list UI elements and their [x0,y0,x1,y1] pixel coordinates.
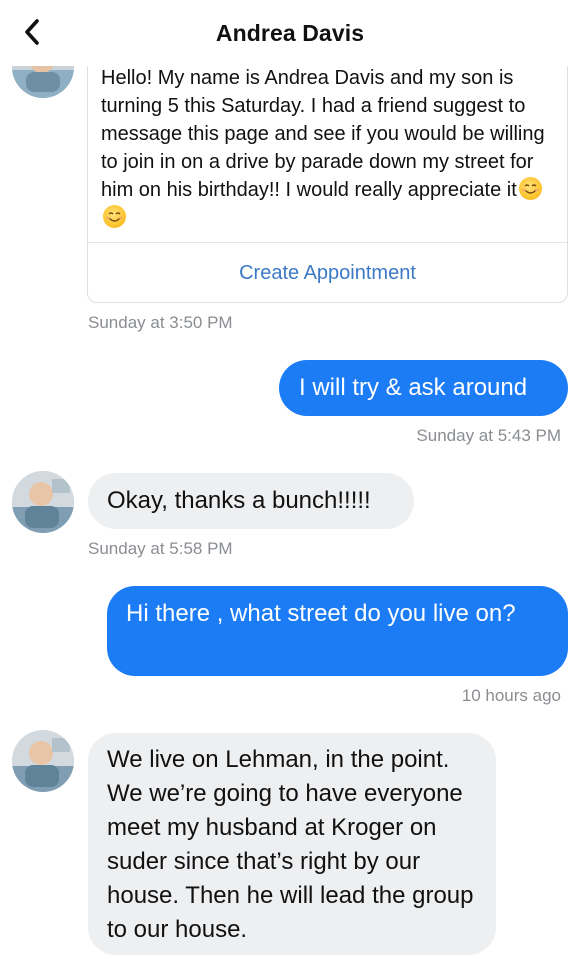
contact-avatar[interactable] [12,730,74,792]
contact-name-title[interactable]: Andrea Davis [216,20,364,47]
smiling-face-emoji-icon [518,177,542,200]
smiling-face-emoji-icon [103,205,126,228]
chevron-left-icon [22,18,42,51]
timestamp: Sunday at 5:43 PM [416,426,561,445]
outgoing-message-bubble[interactable]: I will try & ask around [279,360,568,416]
conversation-thread[interactable]: Hello! My name is Andrea Davis and my so… [0,0,580,960]
timestamp: Sunday at 3:50 PM [88,313,233,332]
contact-avatar[interactable] [12,471,74,533]
timestamp: Sunday at 5:58 PM [88,539,233,558]
outgoing-message-bubble[interactable]: Hi there , what street do you live on? [107,586,568,676]
timestamp: 10 hours ago [461,686,561,705]
card-message-text: Hello! My name is Andrea Davis and my so… [101,64,561,232]
message-card: Hello! My name is Andrea Davis and my so… [87,30,568,303]
back-button[interactable] [12,14,52,54]
conversation-header: Andrea Davis [0,0,580,66]
create-appointment-button[interactable]: Create Appointment [88,243,567,302]
incoming-message-bubble[interactable]: Okay, thanks a bunch!!!!! [88,473,414,529]
incoming-message-bubble[interactable]: We live on Lehman, in the point. We we’r… [88,733,496,955]
